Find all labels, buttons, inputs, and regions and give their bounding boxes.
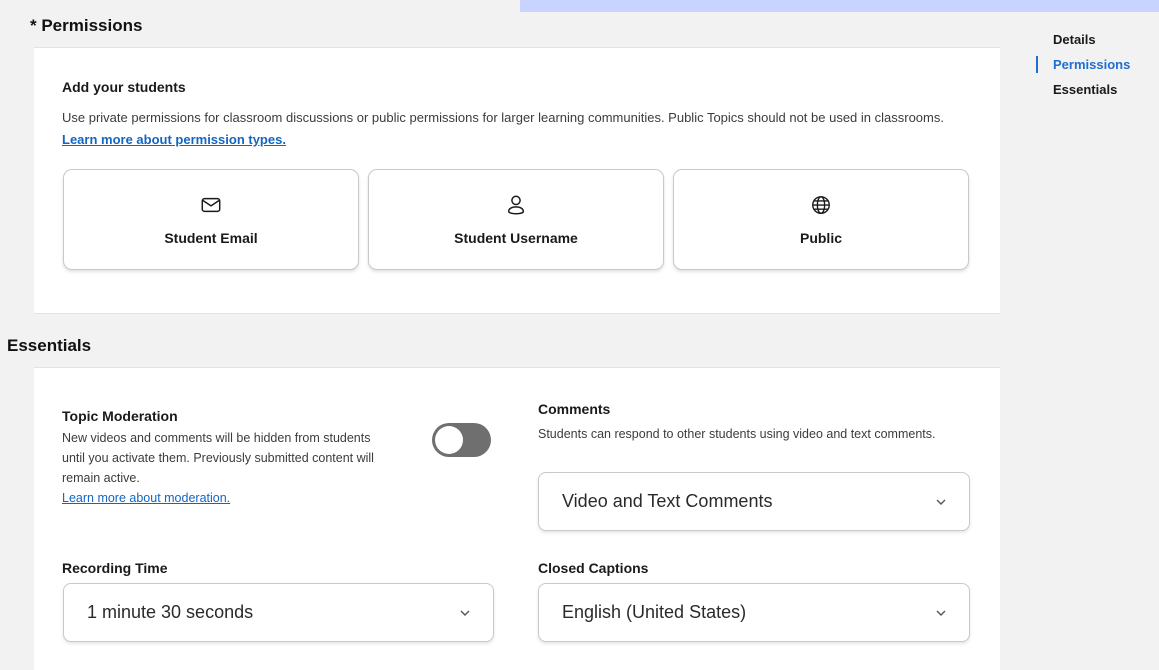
recording-time-selected-value: 1 minute 30 seconds (87, 602, 254, 622)
permissions-description: Use private permissions for classroom di… (62, 107, 972, 151)
topic-moderation-title: Topic Moderation (62, 408, 178, 424)
closed-captions-select[interactable]: English (United States) (538, 583, 970, 642)
comments-description: Students can respond to other students u… (538, 427, 936, 441)
envelope-icon (201, 197, 221, 213)
top-banner-fragment (520, 0, 1159, 12)
public-label: Public (799, 230, 842, 246)
topic-moderation-description: New videos and comments will be hidden f… (62, 428, 382, 508)
section-nav: Details Permissions Essentials (1036, 30, 1130, 105)
learn-more-permissions-link[interactable]: Learn more about permission types. (62, 132, 286, 147)
topic-moderation-toggle[interactable] (432, 423, 491, 457)
chevron-down-icon (460, 610, 470, 616)
globe-icon (812, 196, 830, 214)
nav-item-permissions[interactable]: Permissions (1036, 55, 1130, 80)
student-username-option[interactable]: Student Username (368, 169, 664, 270)
closed-captions-selected-value: English (United States) (562, 602, 747, 622)
nav-item-details[interactable]: Details (1036, 30, 1130, 55)
permissions-card: Add your students Use private permission… (34, 47, 1000, 314)
student-username-label: Student Username (454, 230, 578, 246)
learn-more-moderation-link[interactable]: Learn more about moderation. (62, 491, 230, 505)
topic-moderation-text: New videos and comments will be hidden f… (62, 431, 374, 485)
essentials-section-title: Essentials (7, 336, 92, 355)
student-email-label: Student Email (164, 230, 258, 246)
toggle-knob (435, 426, 463, 454)
chevron-down-icon (936, 610, 946, 616)
student-email-option[interactable]: Student Email (63, 169, 359, 270)
comments-selected-value: Video and Text Comments (562, 491, 773, 511)
recording-time-select[interactable]: 1 minute 30 seconds (63, 583, 494, 642)
recording-time-title: Recording Time (62, 560, 168, 576)
closed-captions-title: Closed Captions (538, 560, 649, 576)
comments-title: Comments (538, 401, 611, 417)
essentials-card: Topic Moderation New videos and comments… (34, 367, 1000, 670)
comments-select[interactable]: Video and Text Comments (538, 472, 970, 531)
user-icon (507, 195, 525, 215)
page-root: * Permissions Add your students Use priv… (0, 0, 1159, 670)
permissions-section-title: * Permissions (30, 16, 143, 35)
add-students-heading: Add your students (62, 79, 186, 95)
permissions-description-text: Use private permissions for classroom di… (62, 110, 944, 125)
public-option[interactable]: Public (673, 169, 969, 270)
nav-item-essentials[interactable]: Essentials (1036, 80, 1130, 105)
chevron-down-icon (936, 499, 946, 505)
